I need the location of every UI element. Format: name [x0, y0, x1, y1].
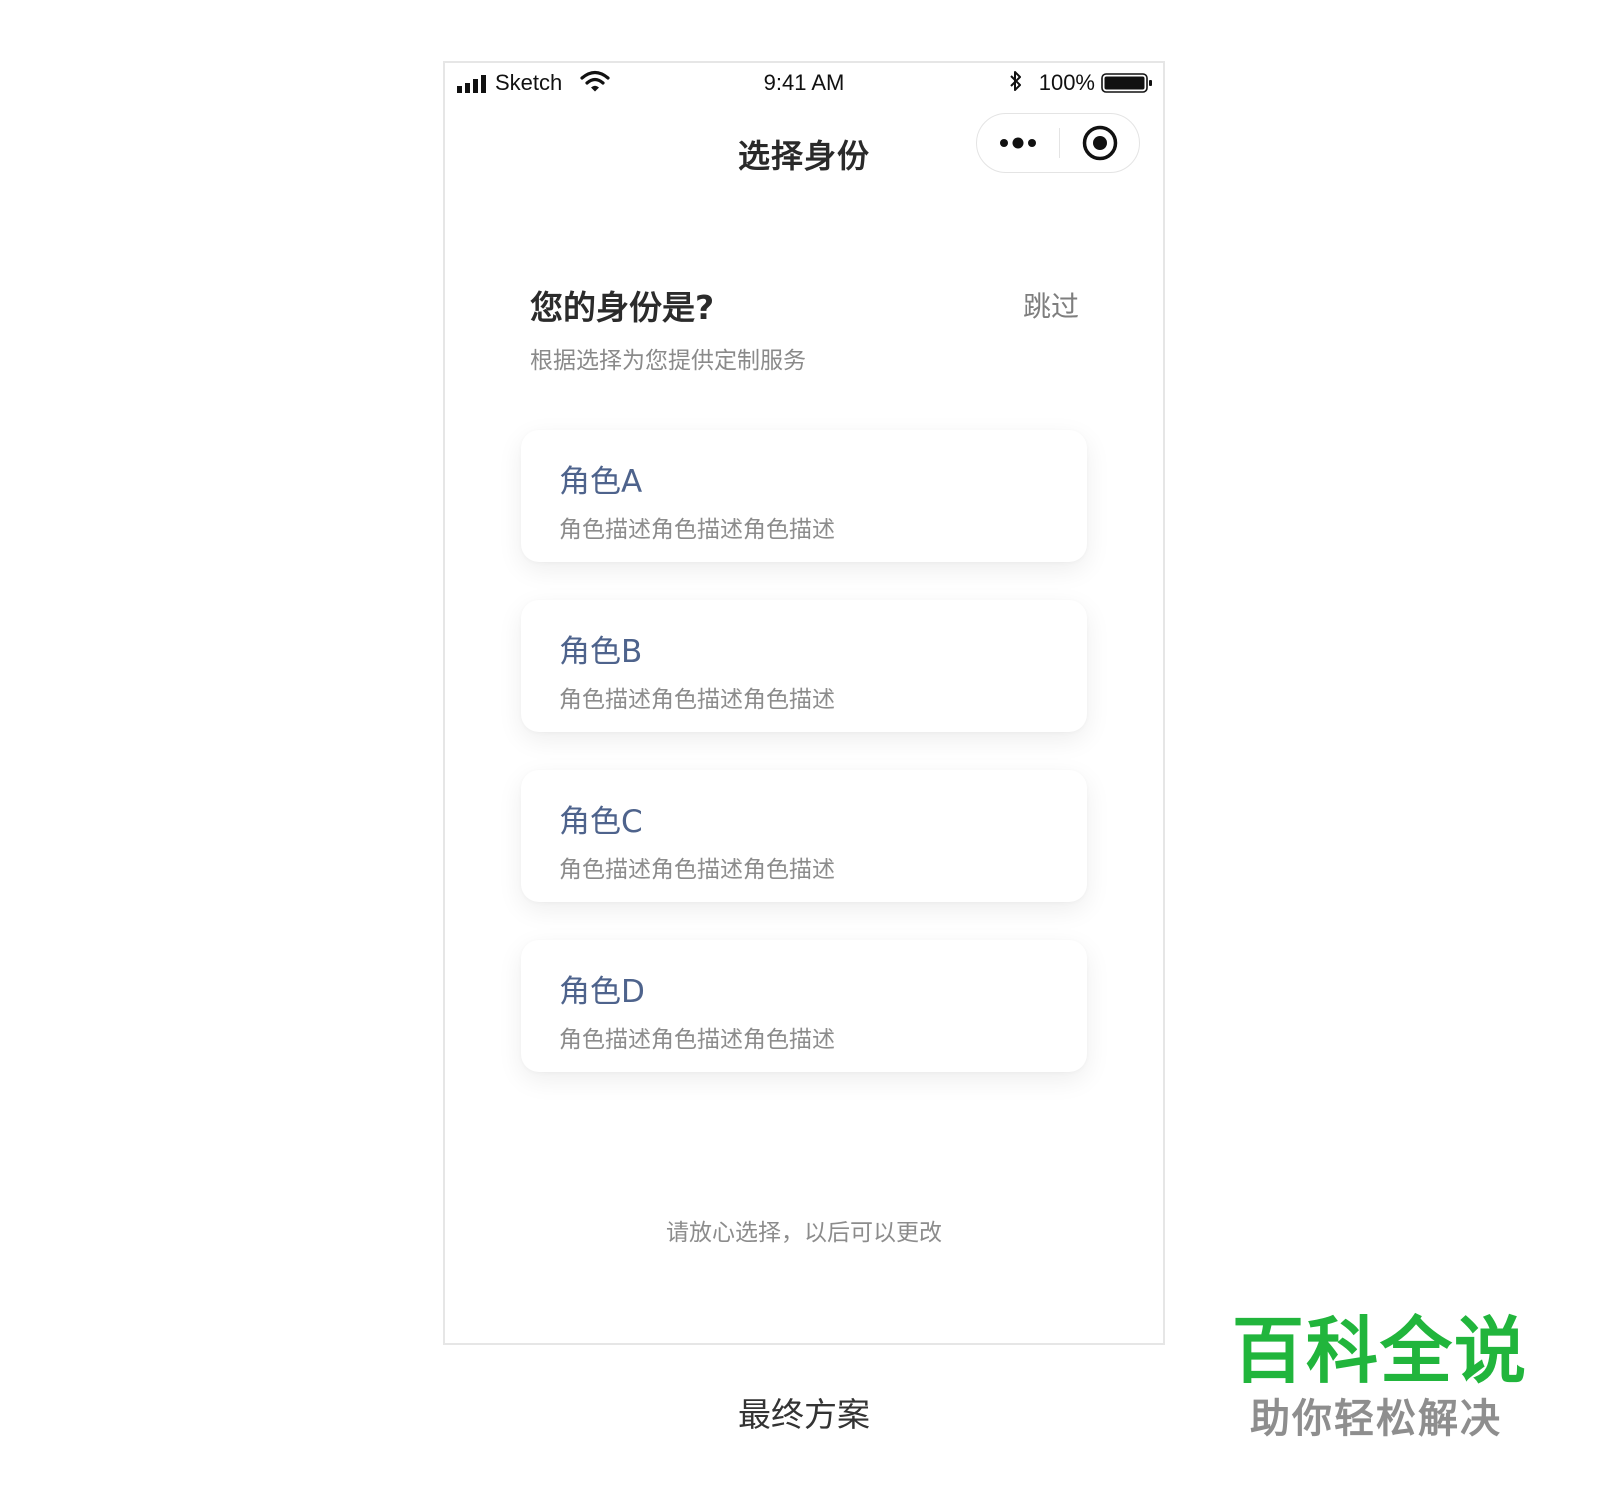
role-title: 角色C	[559, 804, 643, 840]
footer-note: 请放心选择，以后可以更改	[666, 1220, 942, 1246]
navigation-bar: 选择身份	[445, 107, 1163, 203]
watermark-main-text: 百科全说	[1232, 1309, 1529, 1393]
role-description: 角色描述角色描述角色描述	[559, 857, 835, 883]
close-button[interactable]	[1060, 114, 1140, 172]
more-dots-icon	[1000, 137, 1036, 149]
role-card-a[interactable]: 角色A 角色描述角色描述角色描述	[521, 430, 1087, 562]
role-card-c[interactable]: 角色C 角色描述角色描述角色描述	[521, 770, 1087, 902]
skip-button[interactable]: 跳过	[1023, 285, 1079, 325]
bluetooth-icon	[1010, 71, 1021, 91]
status-bar: Sketch 9:41 AM 100%	[445, 63, 1163, 103]
phone-screen: Sketch 9:41 AM 100% 选择身份 您的身份是? 跳过 根据选择为…	[443, 61, 1165, 1345]
role-description: 角色描述角色描述角色描述	[559, 517, 835, 543]
role-title: 角色A	[559, 464, 643, 500]
identity-question: 您的身份是?	[530, 288, 715, 327]
role-description: 角色描述角色描述角色描述	[559, 1027, 835, 1053]
role-card-d[interactable]: 角色D 角色描述角色描述角色描述	[521, 940, 1087, 1072]
battery-icon	[1101, 73, 1152, 93]
role-title: 角色D	[559, 974, 645, 1010]
role-list: 角色A 角色描述角色描述角色描述 角色B 角色描述角色描述角色描述 角色C 角色…	[521, 430, 1087, 1110]
mini-program-capsule	[976, 113, 1140, 173]
role-title: 角色B	[559, 634, 643, 670]
more-button[interactable]	[977, 114, 1059, 172]
role-description: 角色描述角色描述角色描述	[559, 687, 835, 713]
figure-caption: 最终方案	[738, 1395, 870, 1434]
watermark-sub-text: 助你轻松解决	[1250, 1396, 1502, 1442]
role-card-b[interactable]: 角色B 角色描述角色描述角色描述	[521, 600, 1087, 732]
battery-percent: 100%	[1038, 70, 1095, 95]
watermark-logo: 百科全说 助你轻松解决	[1232, 1315, 1532, 1439]
target-circle-icon	[1082, 125, 1118, 161]
identity-subtitle: 根据选择为您提供定制服务	[530, 348, 806, 374]
